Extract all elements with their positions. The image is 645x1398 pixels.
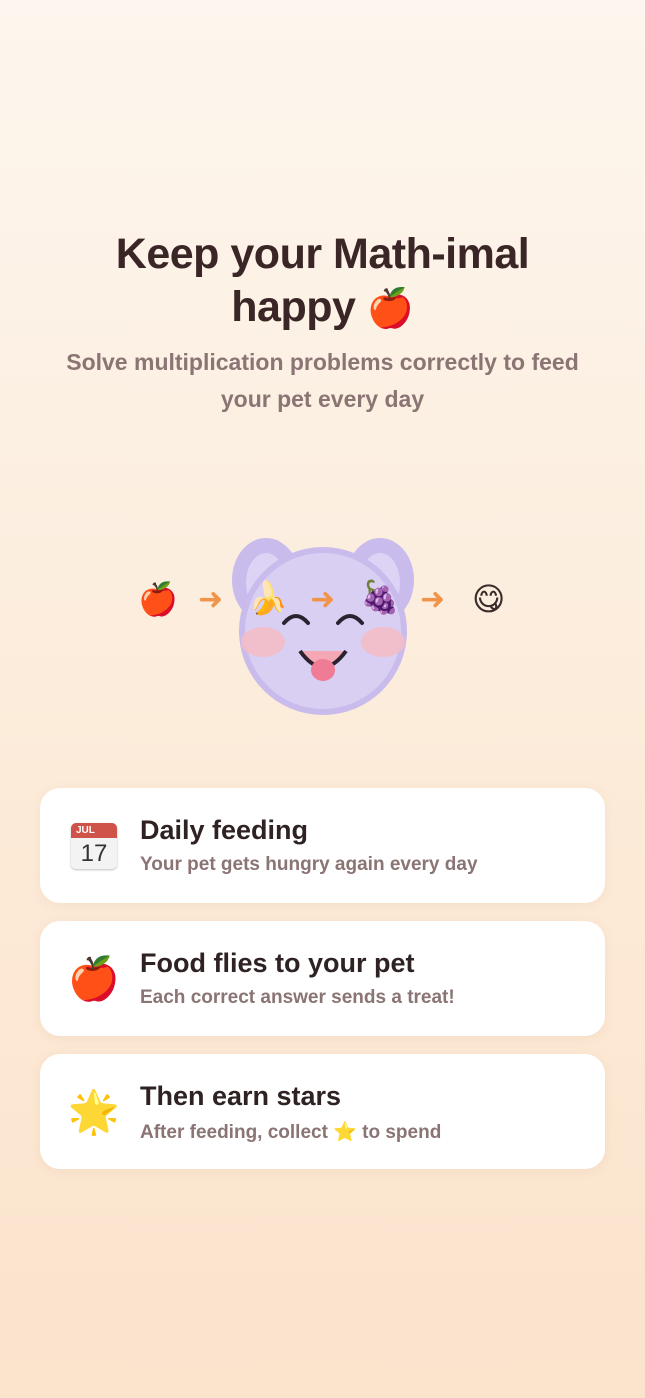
calendar-icon: JUL 17 xyxy=(68,820,120,872)
pet-mascot xyxy=(228,535,418,720)
info-card-daily-feeding: JUL 17 Daily feeding Your pet gets hungr… xyxy=(40,788,605,903)
title-line-1: Keep your Math-imal xyxy=(115,230,530,278)
apple-icon: 🍎 xyxy=(138,581,178,617)
card-description: Your pet gets hungry again every day xyxy=(140,854,478,875)
info-card-food-flies: 🍎 Food flies to your pet Each correct an… xyxy=(40,921,605,1036)
card-title: Food flies to your pet xyxy=(140,948,415,978)
calendar-day: 17 xyxy=(80,839,108,867)
apple-icon: 🍎 xyxy=(366,288,414,330)
page-title: Keep your Math-imal happy 🍎 xyxy=(0,228,645,336)
arrow-right-icon: ➜ xyxy=(198,583,224,616)
page-subtitle: Solve multiplication problems correctly … xyxy=(66,349,579,412)
card-title: Daily feeding xyxy=(140,815,309,845)
card-description: Each correct answer sends a treat! xyxy=(140,987,455,1008)
apple-icon: 🍎 xyxy=(67,955,121,1002)
pet-face-illustration xyxy=(232,538,414,715)
grapes-icon: 🍇 xyxy=(360,579,400,615)
onboarding-screen: Keep your Math-imal happy 🍎 Solve multip… xyxy=(0,0,645,1398)
arrow-right-icon: ➜ xyxy=(420,583,446,616)
star-icon: ⭐ xyxy=(333,1122,357,1143)
banana-icon: 🍌 xyxy=(248,580,288,616)
arrow-right-icon: ➜ xyxy=(310,583,336,616)
card-description: After feeding, collect ⭐ to spend xyxy=(140,1122,442,1143)
calendar-month: JUL xyxy=(71,823,117,838)
yum-face-icon: 😋 xyxy=(472,581,506,617)
glowing-star-icon: 🌟 xyxy=(67,1088,121,1135)
title-line-2: happy xyxy=(231,283,356,331)
info-card-earn-stars: 🌟 Then earn stars After feeding, collect… xyxy=(40,1054,605,1169)
card-title: Then earn stars xyxy=(140,1081,342,1111)
